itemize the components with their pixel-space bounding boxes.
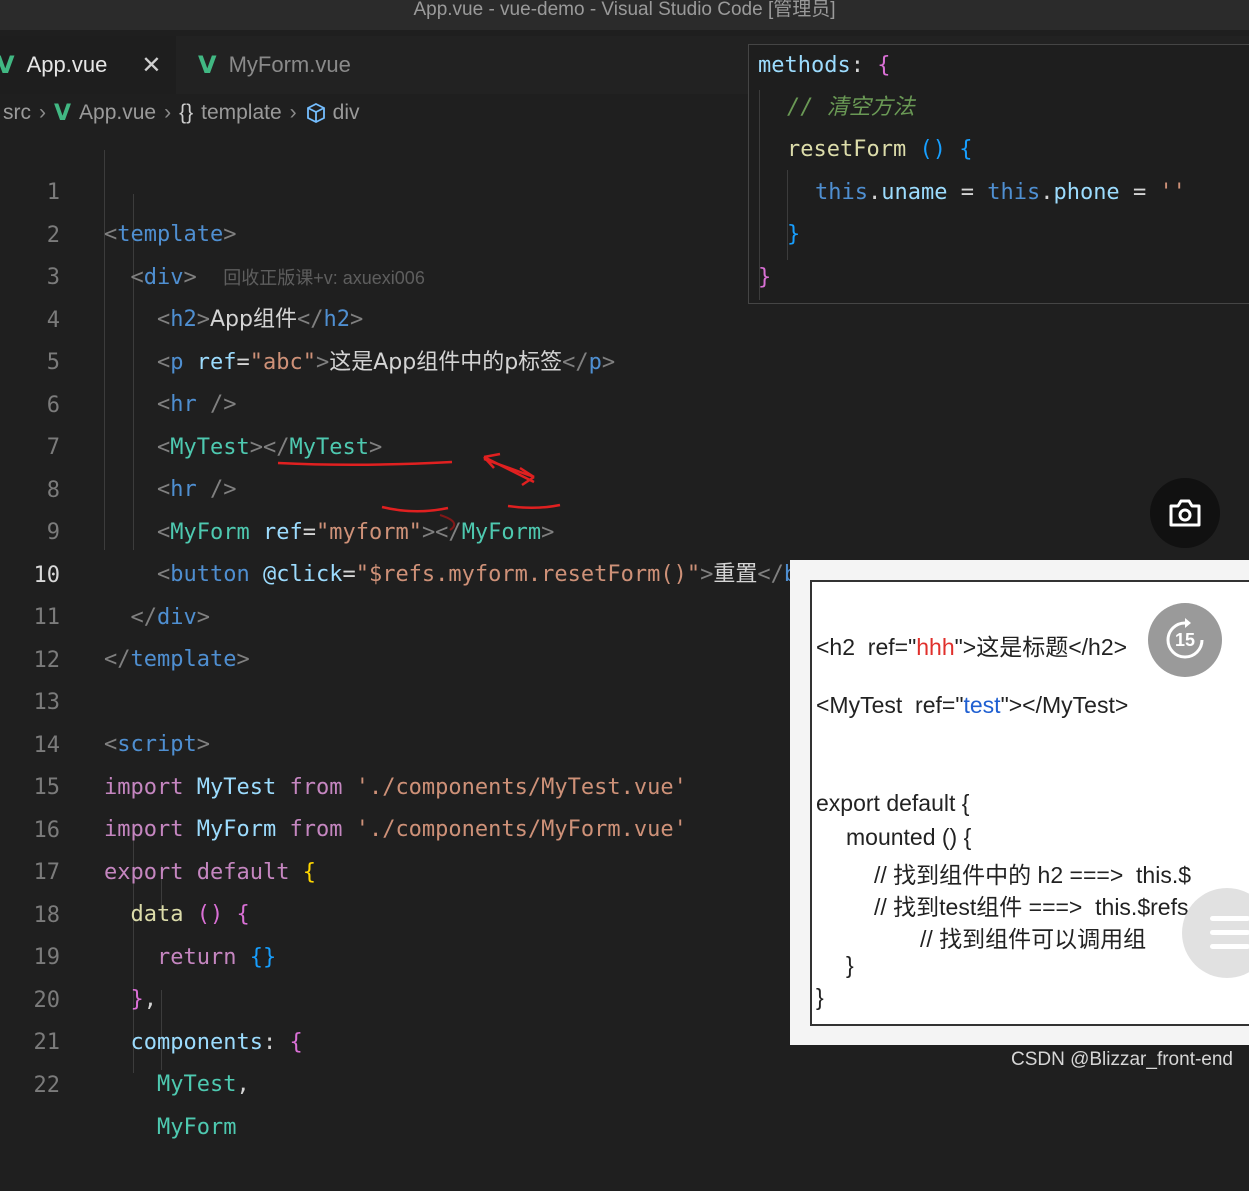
breadcrumb-folder[interactable]: src	[3, 101, 31, 125]
replay-15-button[interactable]: 15	[1148, 603, 1222, 677]
camera-button[interactable]	[1150, 478, 1220, 548]
window-title: App.vue - vue-demo - Visual Studio Code …	[0, 0, 1249, 30]
slide-line: // 找到组件中的 h2 ===> this.$	[874, 862, 1192, 888]
list-icon	[1210, 916, 1249, 921]
slide-line: <MyTest ref="test"></MyTest>	[816, 692, 1129, 718]
cube-icon	[306, 102, 325, 124]
vue-file-icon: V	[0, 51, 15, 79]
slide-line: }	[816, 984, 824, 1010]
chevron-right-icon: ›	[164, 101, 172, 124]
braces-icon: {}	[179, 101, 194, 124]
slide-line: export default {	[816, 790, 970, 816]
breadcrumb-template[interactable]: template	[201, 101, 282, 125]
breadcrumb-div[interactable]: div	[333, 101, 360, 125]
csdn-watermark: CSDN @Blizzar_front-end	[1010, 1049, 1233, 1070]
camera-icon	[1169, 499, 1201, 527]
chevron-right-icon: ›	[289, 101, 297, 124]
replay-label: 15	[1174, 629, 1196, 650]
tab-myform-vue[interactable]: V MyForm.vue	[180, 36, 402, 94]
chevron-right-icon: ›	[39, 101, 46, 124]
slide-line: mounted () {	[846, 824, 972, 850]
tab-app-vue[interactable]: V App.vue ✕	[0, 36, 176, 94]
red-annotation-marks	[277, 452, 561, 531]
tab-label: App.vue	[26, 52, 108, 77]
slide-line: // 找到组件可以调用组	[920, 926, 1147, 952]
breadcrumb-file[interactable]: App.vue	[79, 101, 156, 125]
slide-line: // 找到test组件 ===> this.$refs	[874, 894, 1189, 920]
slide-line: }	[846, 952, 854, 978]
vue-file-icon: V	[198, 51, 217, 79]
vue-file-icon: V	[54, 100, 72, 126]
breadcrumb: src › V App.vue › {} template › div	[0, 96, 760, 130]
slide-line: <h2 ref="hhh">这是标题</h2>	[816, 634, 1128, 660]
close-icon[interactable]: ✕	[141, 51, 161, 80]
tab-label: MyForm.vue	[228, 52, 351, 77]
peek-popup: methods: { // 清空方法 resetForm () { this.u…	[748, 44, 1249, 304]
